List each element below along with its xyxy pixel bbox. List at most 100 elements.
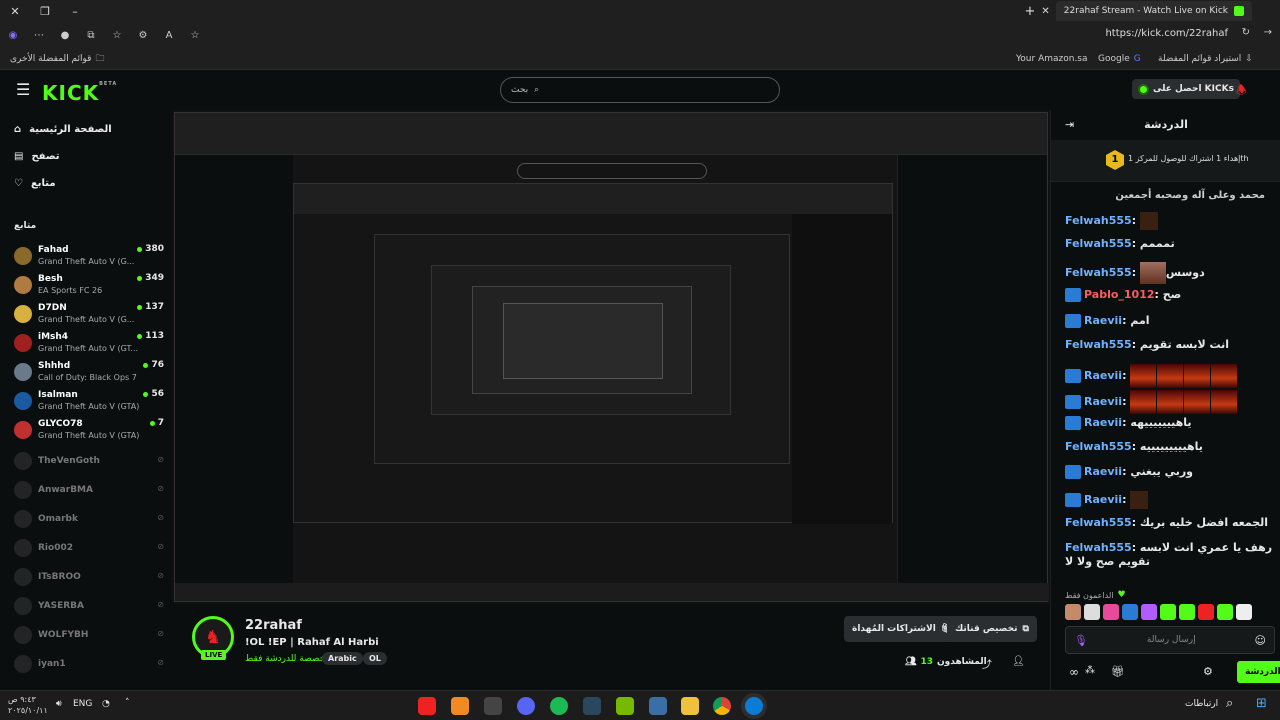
refresh-icon[interactable]: ↻ (1242, 27, 1250, 38)
tag-ol[interactable]: OL (363, 652, 387, 665)
following-item[interactable]: Isalman Grand Theft Auto V (GTA) 56 (14, 387, 164, 415)
nav-browse[interactable]: ▤ تصفح (14, 151, 59, 162)
bookmark-other-favorites[interactable]: قوائم المفضلة الأخرى 🗀 (10, 51, 105, 67)
favorites-icon[interactable]: ☆ (104, 30, 130, 41)
tray-clock[interactable]: ٩:٤٣ ص ٢٠٢٥/١٠/١١ (8, 694, 48, 716)
share-icon[interactable]: ⤴ (982, 656, 992, 671)
kick-points-icon[interactable]: ∞ (1069, 665, 1079, 679)
chat-username[interactable]: Raevii (1084, 493, 1122, 506)
offline-channel-item[interactable]: Omarbk ⊘ (14, 505, 164, 533)
offline-channel-item[interactable]: Rio002 ⊘ (14, 534, 164, 562)
chat-username[interactable]: Raevii (1084, 395, 1122, 408)
chat-username[interactable]: Pablo_1012 (1084, 288, 1155, 301)
following-item[interactable]: Fahad Grand Theft Auto V (G... 380 (14, 242, 164, 270)
chat-username[interactable]: Felwah555 (1065, 440, 1132, 453)
chat-username[interactable]: Felwah555 (1065, 516, 1132, 529)
taskbar-app-icon[interactable] (484, 697, 502, 715)
steam-icon[interactable] (583, 697, 601, 715)
chat-username[interactable]: Raevii (1084, 314, 1122, 327)
offline-channel-item[interactable]: WOLFYBH ⊘ (14, 621, 164, 649)
send-chat-button[interactable]: الدردشة (1237, 661, 1280, 683)
extensions-icon[interactable]: ⚙ (130, 30, 156, 41)
bookmark-amazon[interactable]: Your Amazon.sa (1016, 54, 1088, 64)
edge-icon[interactable] (745, 697, 763, 715)
offline-channel-item[interactable]: ITsBROO ⊘ (14, 563, 164, 591)
more-icon[interactable]: ⋯ (26, 30, 52, 41)
copilot-icon[interactable]: ◉ (0, 30, 26, 41)
mic-icon[interactable]: 🎙︎ (1074, 634, 1088, 647)
chrome-icon[interactable] (713, 697, 731, 715)
bookmark-google[interactable]: Google G (1098, 54, 1141, 64)
follow-icon[interactable]: 👤︎ (1012, 656, 1025, 667)
offline-channel-item[interactable]: YASERBA ⊘ (14, 592, 164, 620)
emote-icon[interactable] (1217, 604, 1233, 620)
nav-following[interactable]: ♡ متابع (14, 178, 56, 189)
following-item[interactable]: iMsh4 Grand Theft Auto V (GT... 113 (14, 329, 164, 357)
emote-icon[interactable] (1141, 604, 1157, 620)
offline-channel-item[interactable]: AnwarBMA ⊘ (14, 476, 164, 504)
bookmark-import[interactable]: استيراد قوائم المفضلة ⇩ (1158, 54, 1253, 64)
widgets-label[interactable]: ارتباطات (1185, 699, 1218, 709)
read-aloud-icon[interactable]: A (156, 30, 182, 41)
menu-icon[interactable]: ☰ (16, 80, 30, 99)
chat-username[interactable]: Felwah555 (1065, 266, 1132, 279)
offline-channel-item[interactable]: iyan1 ⊘ (14, 650, 164, 678)
browser-tab[interactable]: 22rahaf Stream - Watch Live on Kick (1055, 1, 1252, 21)
new-tab-button[interactable]: + (1025, 4, 1036, 19)
chat-username[interactable]: Raevii (1084, 369, 1122, 382)
kick-logo[interactable]: KICKBETA (42, 81, 117, 105)
group-icon[interactable]: ⁂ (1085, 665, 1095, 676)
store-icon[interactable] (649, 697, 667, 715)
close-window-icon[interactable]: ✕ (0, 5, 30, 18)
get-kicks-button[interactable]: احصل على KICKs (1132, 79, 1240, 99)
settings-icon[interactable]: ⚙ (1203, 665, 1213, 678)
offline-channel-item[interactable]: TheVenGoth ⊘ (14, 447, 164, 475)
following-item[interactable]: GLYCO78 Grand Theft Auto V (GTA) 7 (14, 416, 164, 444)
speaker-icon[interactable]: 🔊︎ (56, 699, 62, 709)
nvidia-icon[interactable] (616, 697, 634, 715)
channel-name[interactable]: 22rahaf (245, 618, 302, 633)
emote-icon[interactable] (1198, 604, 1214, 620)
search-bar[interactable]: ⌕ بحث (500, 77, 780, 103)
video-player[interactable]: KICK (172, 110, 1050, 604)
chat-input[interactable]: 🎙︎ إرسال رسالة ☺ (1065, 626, 1275, 654)
maximize-window-icon[interactable]: ❐ (30, 5, 60, 18)
emote-icon[interactable] (1103, 604, 1119, 620)
search-icon[interactable]: ⌕ (1226, 696, 1233, 711)
tray-chevron-icon[interactable]: ˄ (125, 698, 130, 708)
emote-icon[interactable] (1122, 604, 1138, 620)
emoji-icon[interactable]: ☺ (1255, 634, 1266, 647)
collections-icon[interactable]: ⧉ (78, 30, 104, 41)
file-explorer-icon[interactable] (681, 697, 699, 715)
emote-icon[interactable] (1084, 604, 1100, 620)
notification-icon[interactable]: 🕭 (1236, 81, 1247, 102)
chat-username[interactable]: Felwah555 (1065, 541, 1132, 554)
add-favorite-icon[interactable]: ☆ (182, 30, 208, 41)
following-item[interactable]: Shhhd Call of Duty: Black Ops 7 76 (14, 358, 164, 386)
chat-username[interactable]: Felwah555 (1065, 237, 1132, 250)
back-icon[interactable]: → (1264, 27, 1272, 38)
minimize-window-icon[interactable]: – (60, 5, 90, 18)
discord-icon[interactable] (517, 697, 535, 715)
chat-username[interactable]: Felwah555 (1065, 338, 1132, 351)
customize-channel-button[interactable]: تخصيص قناتك ⧉ (947, 616, 1037, 642)
pinned-gift-banner[interactable]: 1 إهداء 1 اشتراك للوصول للمركز 1th (1051, 140, 1280, 182)
emote-icon[interactable] (1179, 604, 1195, 620)
spotify-icon[interactable] (550, 697, 568, 715)
tab-close-icon[interactable]: ✕ (1041, 6, 1049, 17)
windows-start-icon[interactable]: ⊞ (1256, 696, 1267, 711)
profile-icon[interactable]: ● (52, 30, 78, 41)
gift-subs-button[interactable]: الاشتراكات المُهداة 🎁︎ (844, 616, 961, 642)
following-item[interactable]: Besh EA Sports FC 26 349 (14, 271, 164, 299)
stream-category[interactable]: مخصصة للدردشة فقط (245, 654, 330, 664)
address-bar[interactable]: https://kick.com/22rahaf (1105, 28, 1228, 39)
language-indicator[interactable]: ENG (73, 699, 92, 709)
tag-arabic[interactable]: Arabic (322, 652, 363, 665)
taskbar-app-icon[interactable] (451, 697, 469, 715)
chat-username[interactable]: Raevii (1084, 465, 1122, 478)
wifi-icon[interactable]: ◔ (102, 699, 110, 709)
gift-icon[interactable]: 🎁︎ (1111, 665, 1125, 678)
taskbar-app-icon[interactable] (418, 697, 436, 715)
chat-username[interactable]: Felwah555 (1065, 214, 1132, 227)
chat-username[interactable]: Raevii (1084, 416, 1122, 429)
